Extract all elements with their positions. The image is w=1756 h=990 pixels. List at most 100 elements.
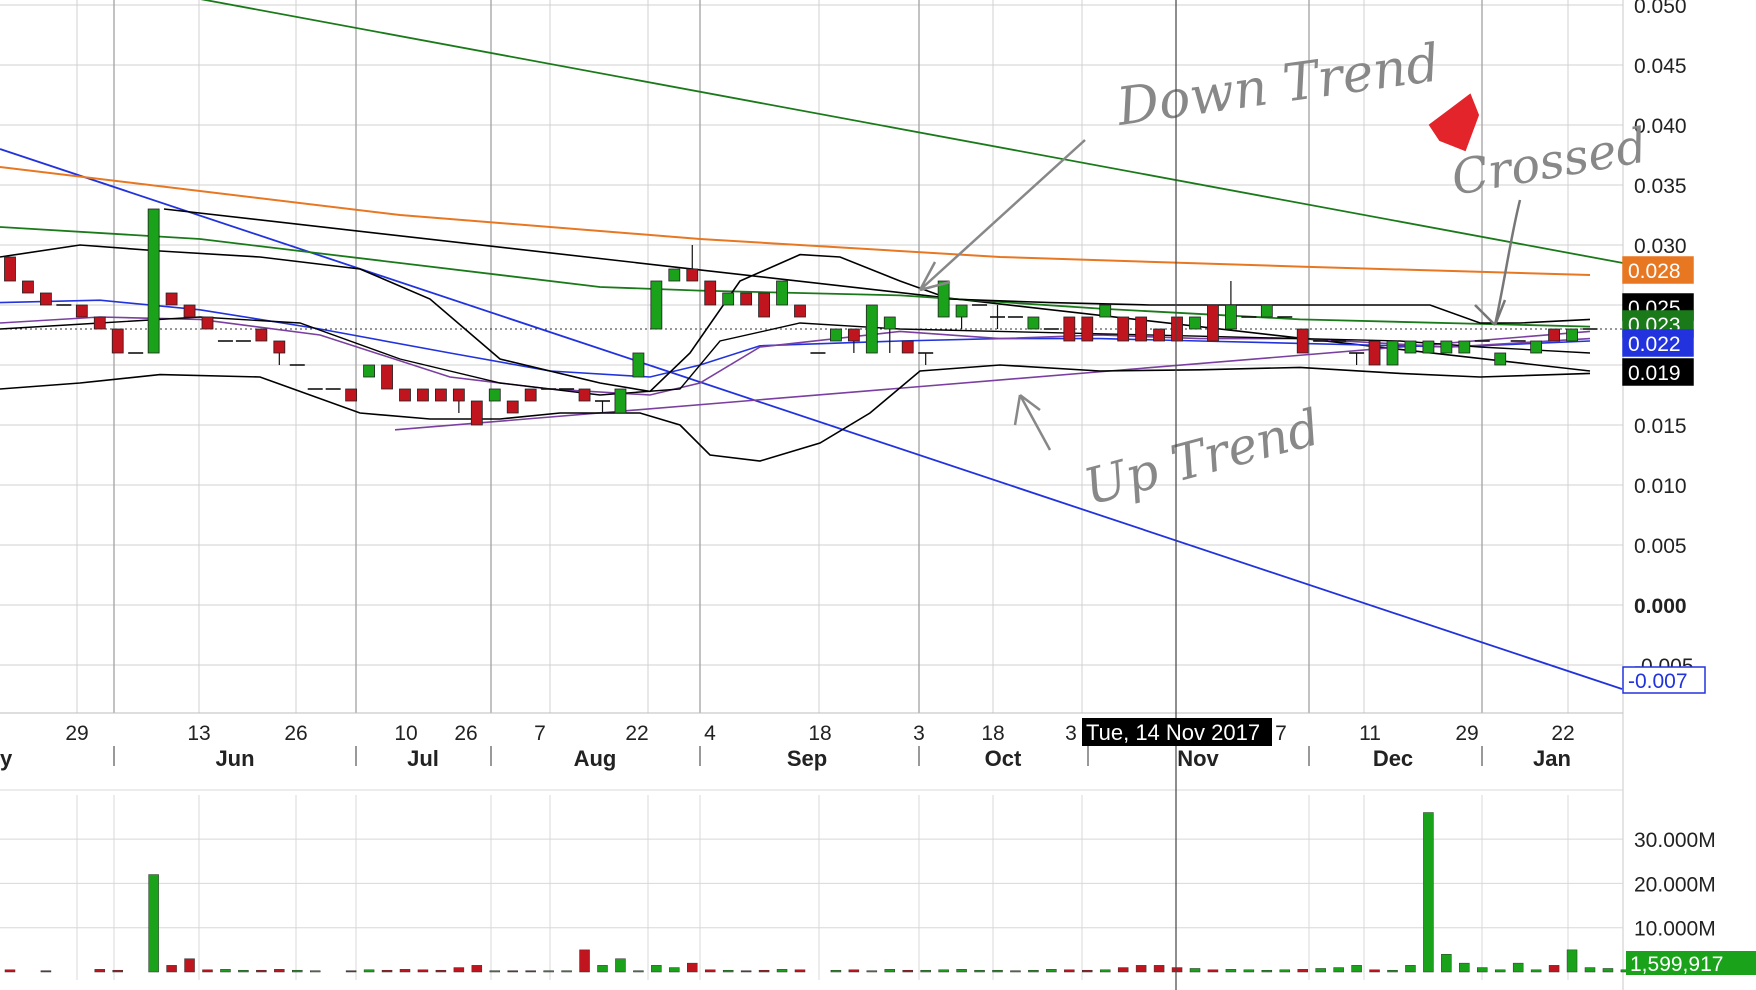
volume-bar-down xyxy=(1171,967,1183,973)
volume-bar-up xyxy=(489,970,501,973)
volume-bar-up xyxy=(884,969,896,973)
candle-up xyxy=(147,208,160,354)
candle-down xyxy=(1081,316,1094,342)
price-badge-label: -0.007 xyxy=(1628,670,1688,693)
candle-up xyxy=(1099,304,1112,318)
candle-down xyxy=(470,400,483,426)
volume-bar-down xyxy=(1117,967,1129,973)
volume-bar-down xyxy=(453,967,465,973)
candle-up xyxy=(1458,340,1471,354)
volume-bar-down xyxy=(112,969,123,973)
candle-down xyxy=(111,328,124,354)
volume-bar-down xyxy=(256,969,267,973)
volume-bar-down xyxy=(758,969,770,973)
candle-up xyxy=(614,388,627,414)
volume-bar-down xyxy=(202,969,213,973)
volume-bar-up xyxy=(1333,967,1344,973)
volume-bar-up xyxy=(1423,812,1434,973)
volume-bar-up xyxy=(938,969,949,973)
candle-up xyxy=(488,388,501,402)
volume-bar-down xyxy=(507,970,518,973)
volume-bar-down xyxy=(1082,969,1093,973)
x-month-label: Nov xyxy=(1177,746,1219,771)
x-day-label: 4 xyxy=(704,722,716,745)
y-tick-label: 0.005 xyxy=(1634,535,1687,558)
volume-bar-up xyxy=(597,965,608,973)
volume-bar-up xyxy=(1441,954,1452,973)
candle-up xyxy=(1566,328,1578,342)
candle-down xyxy=(417,388,429,402)
volume-bar-up xyxy=(633,970,644,973)
candle-down xyxy=(1171,316,1183,342)
volume-bar-up xyxy=(1189,968,1201,973)
candle-down xyxy=(75,304,88,318)
volume-bar-up xyxy=(669,967,680,973)
x-month-label: Dec xyxy=(1373,746,1413,771)
candle-down xyxy=(758,292,770,318)
candle-down xyxy=(22,280,34,294)
volume-bar-down xyxy=(184,958,195,973)
candle-up xyxy=(668,268,681,282)
time-axis: 29 13 26 10 26 7 22 4 18 3 18 3 7 11 29 22 y Jun Jul Aug Sep… xyxy=(0,722,1623,791)
candle-up xyxy=(955,304,968,318)
volume-bar-down xyxy=(687,962,698,973)
candle-up xyxy=(1494,352,1507,366)
candle-down xyxy=(1207,304,1219,342)
candle-down xyxy=(704,280,717,306)
candle-up xyxy=(937,280,950,318)
candle-up xyxy=(1386,340,1399,366)
y-tick-label: 0.000 xyxy=(1634,595,1687,618)
candle-up xyxy=(865,304,878,354)
volume-bar-up xyxy=(238,969,249,973)
volume-bar-down xyxy=(848,969,860,973)
candle-down xyxy=(740,292,753,306)
x-day-label: 26 xyxy=(454,722,477,745)
x-day-label: 3 xyxy=(913,722,925,745)
volume-bar-down xyxy=(1297,969,1308,973)
volume-bar-down xyxy=(1369,969,1380,973)
volume-bar-down xyxy=(525,970,536,973)
volume-bar-up xyxy=(1099,969,1111,973)
volume-bar-up xyxy=(651,965,662,973)
stock-chart: 0.0500.0450.0400.0350.0300.0250.0200.015… xyxy=(0,0,1756,990)
candle-up xyxy=(830,328,842,342)
volume-bar-up xyxy=(615,958,626,973)
volume-bar-down xyxy=(274,969,285,973)
volume-bar-down xyxy=(4,969,16,973)
candle-down xyxy=(1296,328,1309,354)
volume-bar-up xyxy=(1261,969,1273,973)
volume-bar-up xyxy=(1512,962,1524,973)
volume-bar-up xyxy=(1028,969,1039,973)
volume-bar-up xyxy=(1225,969,1237,973)
volume-tick-label: 10.000M xyxy=(1634,918,1716,941)
candle-up xyxy=(1422,340,1435,354)
candle-down xyxy=(40,292,52,306)
y-tick-label: 0.045 xyxy=(1634,55,1687,78)
candle-up xyxy=(363,364,375,378)
volume-bar-down xyxy=(435,969,447,973)
candle-down xyxy=(201,316,214,330)
volume-bar-up xyxy=(1530,969,1542,973)
volume-bar-up xyxy=(220,969,231,973)
price-badge-label: 0.028 xyxy=(1628,260,1681,283)
volume-tick-label: 30.000M xyxy=(1634,829,1716,852)
candle-down xyxy=(794,304,806,318)
candle-down xyxy=(524,388,537,402)
x-month-label: Jul xyxy=(407,746,439,771)
candle-down xyxy=(4,256,16,282)
candle-up xyxy=(632,352,645,378)
x-day-label: 29 xyxy=(1455,722,1478,745)
candle-down xyxy=(847,328,860,342)
candle-up xyxy=(883,316,896,330)
volume-bar-down xyxy=(1064,969,1075,973)
candle-down xyxy=(1548,328,1560,342)
volume-bar-down xyxy=(345,970,357,973)
x-day-label: 10 xyxy=(394,722,417,745)
candle-down xyxy=(1368,340,1381,366)
candle-down xyxy=(1135,316,1148,342)
volume-bar-up xyxy=(974,969,985,973)
volume-bar-up xyxy=(1279,969,1291,973)
volume-last-value: 1,599,917 xyxy=(1630,953,1723,976)
volume-bar-down xyxy=(704,969,716,973)
candle-down xyxy=(165,292,178,306)
